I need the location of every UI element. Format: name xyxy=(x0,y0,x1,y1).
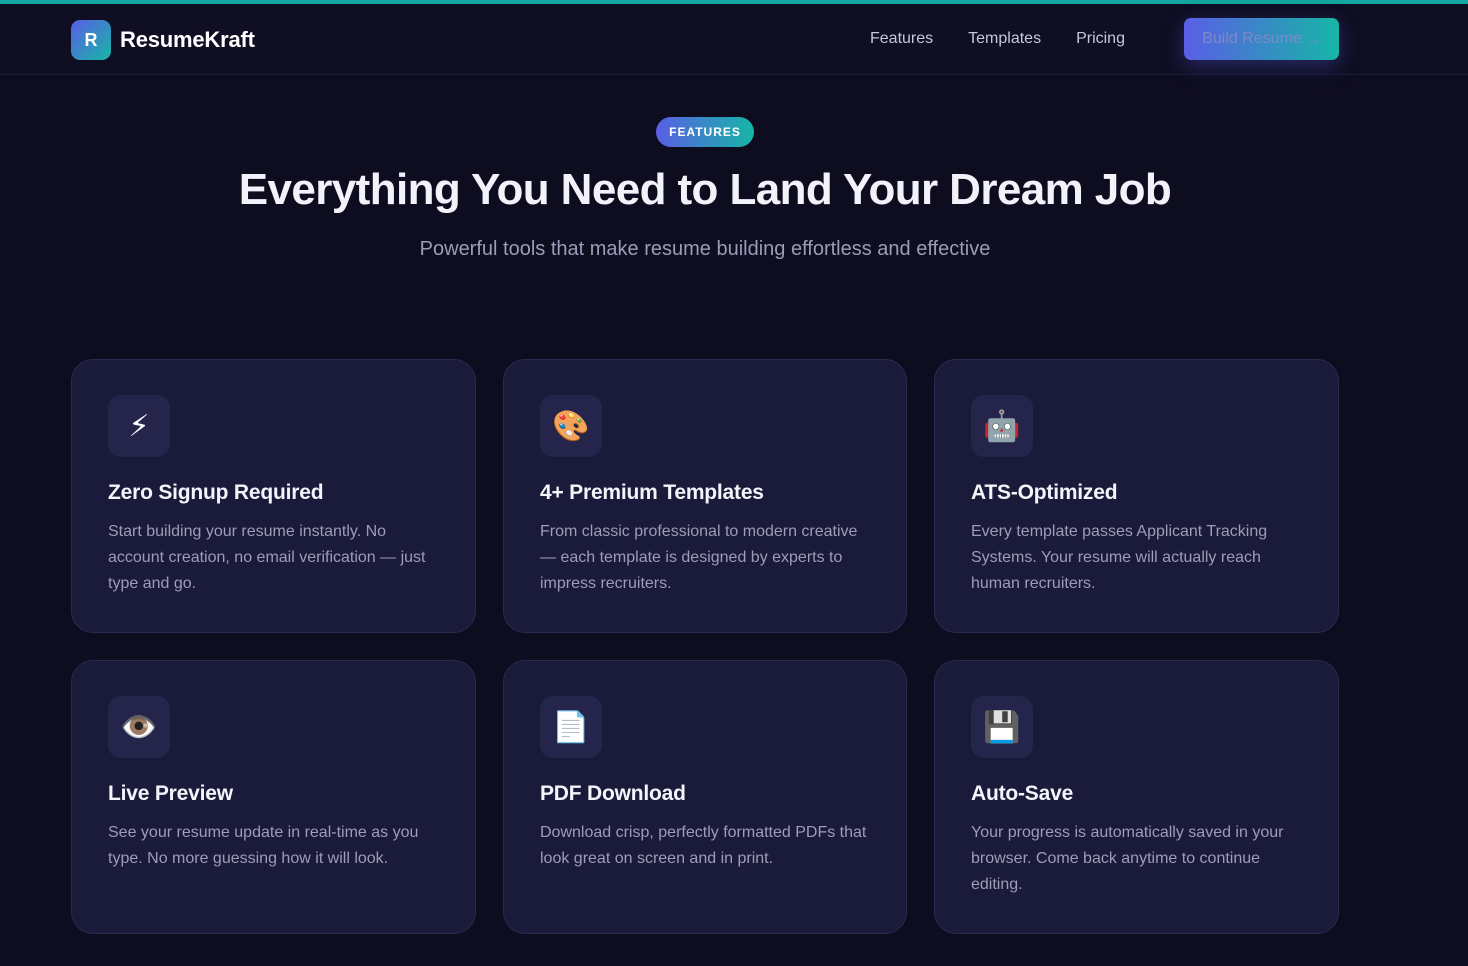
lightning-icon: ⚡ xyxy=(108,395,170,457)
feature-card-premium-templates: 🎨 4+ Premium Templates From classic prof… xyxy=(503,359,907,633)
logo-mark-icon: R xyxy=(71,20,111,60)
build-resume-label: Build Resume xyxy=(1202,30,1302,47)
section-badge: FEATURES xyxy=(656,117,754,147)
feature-title: PDF Download xyxy=(540,782,686,805)
feature-description: Your progress is automatically saved in … xyxy=(971,824,1284,893)
feature-card-pdf-download: 📄 PDF Download Download crisp, perfectly… xyxy=(503,660,907,934)
nav-link-features[interactable]: Features xyxy=(870,30,933,48)
nav-links: Features Templates Pricing xyxy=(870,18,1160,60)
section-title: Everything You Need to Land Your Dream J… xyxy=(238,165,1172,214)
feature-title: Live Preview xyxy=(108,782,233,805)
feature-card-auto-save: 💾 Auto-Save Your progress is automatical… xyxy=(934,660,1339,934)
build-resume-button[interactable]: Build Resume → xyxy=(1184,18,1339,60)
section-subtitle: Powerful tools that make resume building… xyxy=(419,238,991,260)
feature-description: Download crisp, perfectly formatted PDFs… xyxy=(540,824,867,867)
feature-title: Auto-Save xyxy=(971,782,1074,805)
floppy-disk-icon: 💾 xyxy=(971,696,1033,758)
feature-description: Every template passes Applicant Tracking… xyxy=(971,523,1268,592)
feature-title: 4+ Premium Templates xyxy=(540,481,764,504)
eye-icon: 👁️ xyxy=(108,696,170,758)
arrow-right-icon: → xyxy=(1307,31,1321,47)
navbar: R ResumeKraft Features Templates Pricing… xyxy=(0,4,1468,75)
nav-link-pricing[interactable]: Pricing xyxy=(1076,30,1125,48)
document-icon: 📄 xyxy=(540,696,602,758)
robot-icon: 🤖 xyxy=(971,395,1033,457)
palette-icon: 🎨 xyxy=(540,395,602,457)
feature-description: From classic professional to modern crea… xyxy=(540,523,858,592)
feature-card-ats-optimized: 🤖 ATS-Optimized Every template passes Ap… xyxy=(934,359,1339,633)
feature-card-zero-signup: ⚡ Zero Signup Required Start building yo… xyxy=(71,359,476,633)
feature-card-live-preview: 👁️ Live Preview See your resume update i… xyxy=(71,660,476,934)
feature-description: See your resume update in real-time as y… xyxy=(108,824,419,867)
features-grid: ⚡ Zero Signup Required Start building yo… xyxy=(71,359,1339,934)
brand-name: ResumeKraft xyxy=(120,27,255,52)
brand-logo[interactable]: R ResumeKraft xyxy=(71,20,255,60)
feature-title: ATS-Optimized xyxy=(971,481,1118,504)
feature-description: Start building your resume instantly. No… xyxy=(108,523,426,592)
nav-link-templates[interactable]: Templates xyxy=(968,30,1041,48)
feature-title: Zero Signup Required xyxy=(108,481,324,504)
